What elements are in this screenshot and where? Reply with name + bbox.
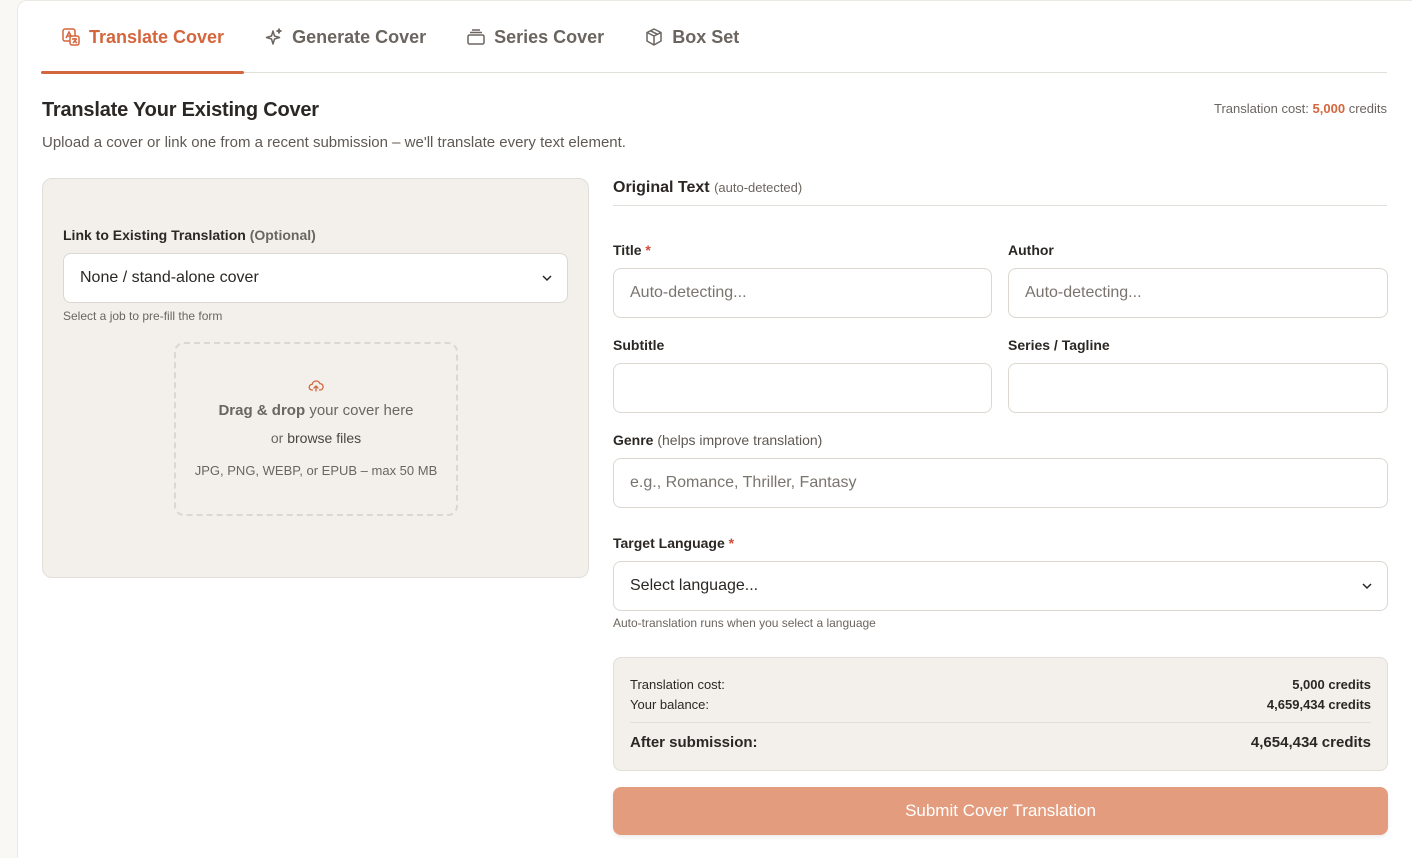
dropzone-instruction: Drag & drop your cover here	[218, 402, 414, 419]
genre-label: Genre (helps improve translation)	[613, 432, 823, 448]
tab-generate-cover[interactable]: Generate Cover	[244, 1, 446, 73]
sparkle-icon	[264, 27, 284, 47]
summary-cost-row: Translation cost: 5,000 credits	[630, 677, 1371, 692]
dropzone-formats: JPG, PNG, WEBP, or EPUB – max 50 MB	[194, 463, 438, 478]
stack-icon	[466, 27, 486, 47]
upload-cloud-icon	[308, 380, 324, 392]
target-language-select[interactable]: Select language...	[613, 561, 1388, 611]
tab-bar: Translate Cover Generate Cover Series Co…	[41, 1, 1387, 74]
cover-dropzone[interactable]: Drag & drop your cover here or browse fi…	[174, 342, 458, 516]
tab-translate-cover[interactable]: Translate Cover	[41, 1, 245, 74]
chevron-down-icon	[542, 275, 552, 282]
tab-label: Box Set	[672, 26, 740, 47]
target-language-label: Target Language *	[613, 535, 735, 551]
page-subtitle: Upload a cover or link one from a recent…	[42, 134, 626, 151]
upload-panel: Link to Existing Translation (Optional) …	[42, 178, 589, 578]
cost-summary: Translation cost: 5,000 credits Your bal…	[613, 657, 1388, 771]
tab-label: Translate Cover	[89, 26, 225, 47]
browse-files-link[interactable]: browse files	[287, 430, 361, 446]
subtitle-input[interactable]	[613, 363, 992, 413]
author-input[interactable]: Auto-detecting...	[1008, 268, 1388, 318]
title-label: Title *	[613, 242, 651, 258]
series-input[interactable]	[1008, 363, 1388, 413]
link-help-text: Select a job to pre-fill the form	[63, 309, 223, 323]
dropzone-browse-line: or browse files	[270, 430, 362, 446]
link-translation-label: Link to Existing Translation (Optional)	[63, 227, 316, 243]
language-help-text: Auto-translation runs when you select a …	[613, 616, 876, 630]
box-icon	[644, 27, 664, 47]
link-translation-select[interactable]: None / stand-alone cover	[63, 253, 568, 303]
subtitle-label: Subtitle	[613, 337, 665, 353]
original-text-heading: Original Text (auto-detected)	[613, 179, 803, 196]
chevron-down-icon	[1362, 583, 1372, 590]
genre-input[interactable]: e.g., Romance, Thriller, Fantasy	[613, 458, 1388, 508]
title-input[interactable]: Auto-detecting...	[613, 268, 992, 318]
series-label: Series / Tagline	[1008, 337, 1110, 353]
summary-after-row: After submission: 4,654,434 credits	[630, 734, 1371, 751]
cost-value: 5,000	[1312, 101, 1346, 116]
submit-button[interactable]: Submit Cover Translation	[613, 787, 1388, 835]
main-card: Translate Cover Generate Cover Series Co…	[17, 0, 1412, 858]
translation-cost-header: Translation cost: 5,000 credits	[1214, 101, 1387, 116]
tab-label: Series Cover	[494, 26, 605, 47]
tab-series-cover[interactable]: Series Cover	[446, 1, 624, 73]
tab-box-set[interactable]: Box Set	[624, 1, 759, 73]
translate-icon	[61, 27, 81, 47]
divider	[613, 205, 1387, 206]
author-label: Author	[1008, 242, 1054, 258]
summary-divider	[630, 722, 1371, 723]
tab-label: Generate Cover	[292, 26, 427, 47]
page-title: Translate Your Existing Cover	[42, 99, 319, 121]
summary-balance-row: Your balance: 4,659,434 credits	[630, 697, 1371, 712]
